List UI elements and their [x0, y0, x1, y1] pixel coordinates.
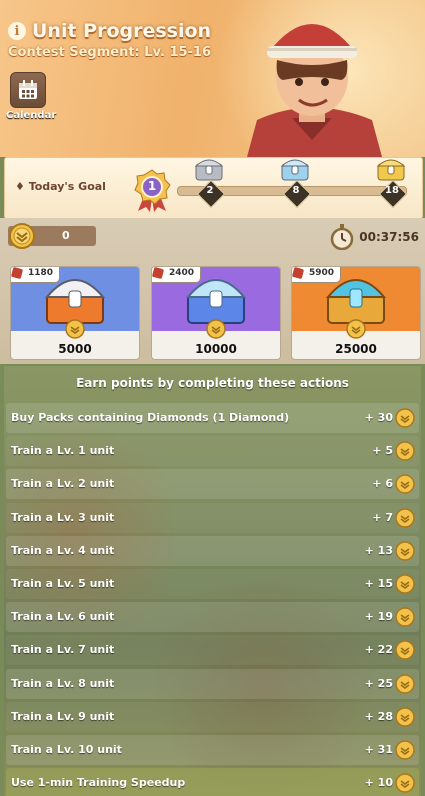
action-row: Train a Lv. 1 unit + 5 [6, 436, 419, 467]
todays-goal-text: Today's Goal [28, 180, 106, 193]
event-header: i Unit Progression Contest Segment: Lv. … [0, 0, 425, 157]
todays-goal-bar: ♦ Today's Goal 1 2 8 18 [4, 157, 423, 219]
action-points: + 22 [364, 643, 393, 657]
points-coin-icon [9, 223, 35, 249]
calendar-label: Calendar [6, 110, 57, 121]
reward-cost: 5900 [292, 267, 342, 283]
points-coin-icon [395, 640, 415, 664]
rewards-panel: 0 00:37:56 1180 5000 2400 10000 5900 250… [0, 218, 425, 364]
action-row: Train a Lv. 3 unit + 7 [6, 502, 419, 533]
reward-points: 25000 [335, 342, 377, 356]
reward-cost: 2400 [152, 267, 202, 283]
reward-points: 5000 [58, 342, 92, 356]
action-name: Train a Lv. 4 unit [11, 543, 115, 557]
timer-text: 00:37:56 [359, 230, 419, 244]
action-name: Train a Lv. 5 unit [11, 577, 115, 590]
gold-chest-icon[interactable] [375, 156, 407, 182]
action-name: Train a Lv. 1 unit [11, 444, 115, 458]
reward-card[interactable]: 1180 5000 [10, 266, 140, 360]
action-row: Train a Lv. 4 unit + 13 [6, 535, 419, 566]
action-name: Train a Lv. 6 unit [11, 610, 115, 624]
points-coin-icon [395, 408, 415, 432]
points-coin-icon [395, 673, 415, 698]
reward-card[interactable]: 5900 25000 [291, 266, 421, 360]
reward-points: 10000 [195, 342, 237, 356]
points-coin-icon [395, 707, 415, 731]
stopwatch-icon [331, 224, 354, 250]
points-coin-icon [65, 319, 85, 339]
action-points: + 15 [364, 577, 393, 590]
action-row: Train a Lv. 5 unit + 15 [6, 569, 419, 599]
ruby-icon [11, 267, 24, 280]
action-row: Train a Lv. 6 unit + 19 [6, 602, 419, 633]
points-coin-icon [395, 740, 415, 764]
reward-card[interactable]: 2400 10000 [151, 266, 281, 360]
action-points: + 25 [364, 676, 393, 690]
blue-chest-icon[interactable] [279, 156, 311, 182]
contest-segment-subtitle: Contest Segment: Lv. 15-16 [8, 45, 212, 60]
points-value: 0 [62, 229, 70, 242]
points-coin-icon [395, 441, 415, 465]
info-icon[interactable]: i [8, 22, 26, 40]
reward-cost-value: 2400 [169, 268, 195, 278]
action-name: Train a Lv. 8 unit [11, 676, 115, 690]
points-coin-icon [206, 319, 226, 339]
points-coin-icon [395, 474, 415, 498]
actions-title: Earn points by completing these actions [76, 376, 349, 390]
calendar-button[interactable]: Calendar [6, 72, 57, 121]
action-row: Train a Lv. 10 unit + 31 [6, 735, 419, 765]
action-name: Use 1-min Training Speedup [11, 776, 186, 790]
action-points: + 19 [364, 610, 393, 624]
milestone-value: 2 [206, 185, 214, 196]
action-points: + 28 [364, 709, 393, 723]
actions-panel: Earn points by completing these actions … [4, 366, 421, 796]
points-counter: 0 [8, 223, 96, 249]
action-points: + 13 [364, 543, 393, 557]
points-coin-icon [346, 319, 366, 339]
soldier-avatar [247, 24, 382, 157]
action-row: Train a Lv. 2 unit + 6 [6, 469, 419, 500]
action-points: + 5 [372, 444, 393, 458]
points-coin-icon [395, 507, 415, 532]
current-goal-level: 1 [147, 179, 157, 193]
todays-goal-label: ♦ Today's Goal [15, 180, 106, 193]
action-name: Train a Lv. 9 unit [11, 709, 115, 723]
title-row: i Unit Progression [8, 20, 211, 42]
reward-cost-value: 5900 [309, 268, 335, 278]
page-title: Unit Progression [32, 20, 212, 42]
action-name: Train a Lv. 10 unit [11, 743, 122, 756]
reward-cost-value: 1180 [28, 268, 54, 278]
action-points: + 31 [364, 743, 393, 756]
action-points: + 6 [372, 477, 393, 491]
action-points: + 7 [372, 510, 393, 524]
action-points: + 30 [364, 411, 393, 424]
points-coin-icon [395, 574, 415, 598]
milestone-value: 8 [292, 185, 300, 196]
action-name: Train a Lv. 7 unit [11, 643, 115, 657]
action-row: Train a Lv. 9 unit + 28 [6, 701, 419, 732]
points-coin-icon [395, 607, 415, 631]
points-coin-icon [395, 541, 415, 565]
action-points: + 10 [364, 776, 393, 790]
action-row: Buy Packs containing Diamonds (1 Diamond… [6, 403, 419, 433]
ruby-icon [292, 267, 305, 280]
action-name: Train a Lv. 2 unit [11, 477, 115, 491]
ruby-icon [152, 267, 165, 280]
silver-chest-icon[interactable] [193, 156, 225, 182]
event-timer: 00:37:56 [329, 224, 419, 250]
calendar-icon [10, 72, 46, 108]
milestone-value: 18 [385, 185, 399, 196]
action-row: Train a Lv. 7 unit + 22 [6, 635, 419, 666]
points-coin-icon [395, 773, 415, 796]
action-name: Train a Lv. 3 unit [11, 510, 115, 524]
action-name: Buy Packs containing Diamonds (1 Diamond… [11, 411, 290, 424]
action-row: Train a Lv. 8 unit + 25 [6, 668, 419, 699]
reward-cost: 1180 [11, 267, 61, 283]
action-row: Use 1-min Training Speedup + 10 [6, 768, 419, 796]
